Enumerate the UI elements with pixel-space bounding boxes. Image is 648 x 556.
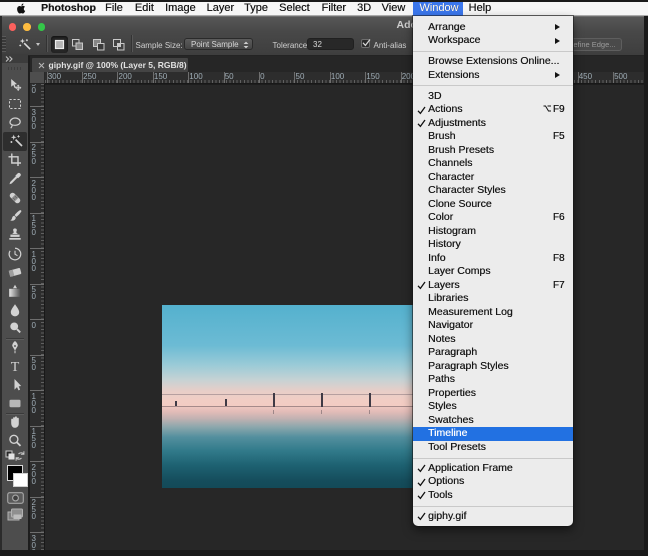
svg-text:T: T [11,360,20,374]
